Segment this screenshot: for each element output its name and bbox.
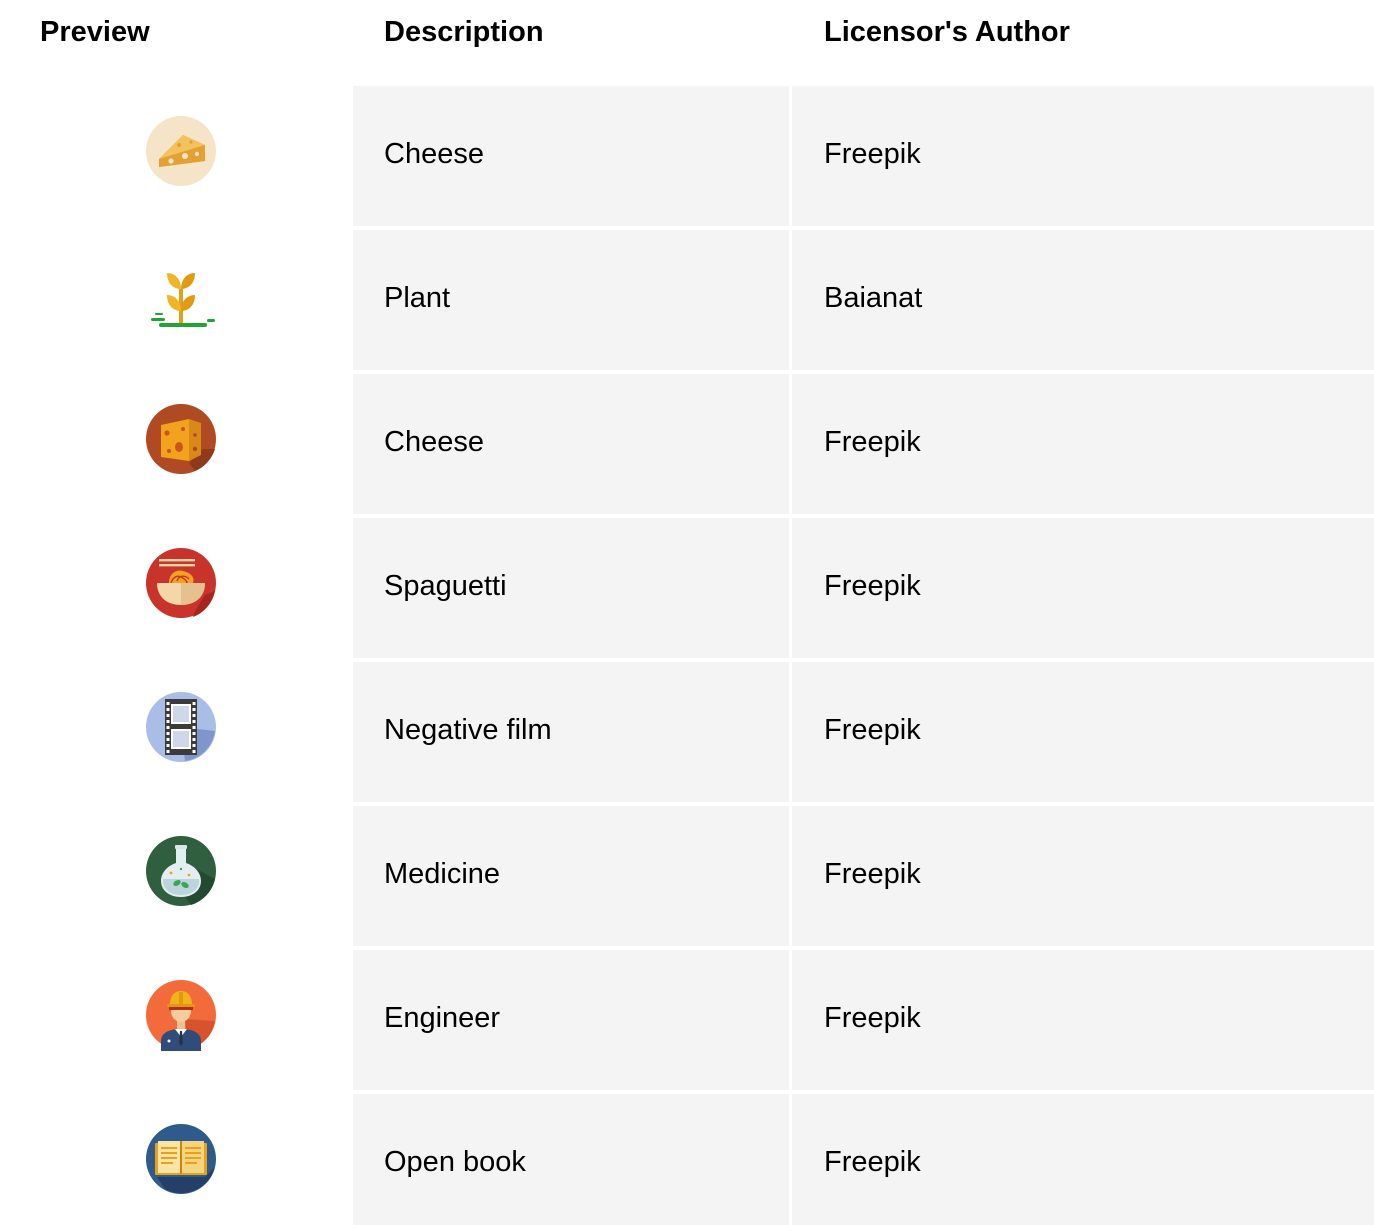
description-text: Cheese [384,138,484,170]
description-text: Spaguetti [384,570,507,602]
author-text: Freepik [824,714,921,746]
table-row: Open book Freepik [0,1094,1374,1225]
open-book-icon [145,1123,217,1195]
engineer-icon [145,979,217,1051]
description-cell: Negative film [353,662,789,802]
description-text: Medicine [384,858,501,890]
author-text: Freepik [824,858,921,890]
description-cell: Medicine [353,806,789,946]
table-header: Preview Description Licensor's Author [0,0,1374,86]
preview-cell [0,86,353,226]
description-text: Negative film [384,714,552,746]
table-row: Plant Baianat [0,230,1374,370]
table-row: Negative film Freepik [0,662,1374,802]
author-cell: Freepik [792,950,1374,1090]
preview-cell [0,662,353,802]
spaghetti-bowl-icon [145,547,217,619]
plant-icon [145,259,217,331]
header-author: Licensor's Author [824,16,1070,48]
author-text: Freepik [824,138,921,170]
preview-cell [0,374,353,514]
table-body: Cheese Freepik Plant Baianat Cheese Free… [0,86,1374,1225]
author-cell: Freepik [792,1094,1374,1225]
author-text: Freepik [824,570,921,602]
author-cell: Freepik [792,86,1374,226]
table-row: Spaguetti Freepik [0,518,1374,658]
preview-cell [0,230,353,370]
film-strip-icon [145,691,217,763]
description-text: Cheese [384,426,484,458]
preview-cell [0,1094,353,1225]
author-text: Freepik [824,426,921,458]
flask-icon [145,835,217,907]
table-row: Cheese Freepik [0,86,1374,226]
preview-cell [0,950,353,1090]
preview-cell [0,518,353,658]
author-cell: Baianat [792,230,1374,370]
description-cell: Plant [353,230,789,370]
author-cell: Freepik [792,806,1374,946]
description-text: Engineer [384,1002,501,1034]
header-preview: Preview [40,16,150,48]
description-text: Plant [384,282,451,314]
description-cell: Open book [353,1094,789,1225]
table-row: Cheese Freepik [0,374,1374,514]
author-cell: Freepik [792,374,1374,514]
cheese-wedge-icon [145,115,217,187]
description-cell: Cheese [353,86,789,226]
author-cell: Freepik [792,662,1374,802]
description-text: Open book [384,1146,526,1178]
author-text: Baianat [824,282,923,314]
description-cell: Spaguetti [353,518,789,658]
author-text: Freepik [824,1146,921,1178]
table-row: Medicine Freepik [0,806,1374,946]
author-text: Freepik [824,1002,921,1034]
preview-cell [0,806,353,946]
description-cell: Cheese [353,374,789,514]
table-row: Engineer Freepik [0,950,1374,1090]
cheese-block-icon [145,403,217,475]
header-description: Description [384,16,544,48]
author-cell: Freepik [792,518,1374,658]
description-cell: Engineer [353,950,789,1090]
